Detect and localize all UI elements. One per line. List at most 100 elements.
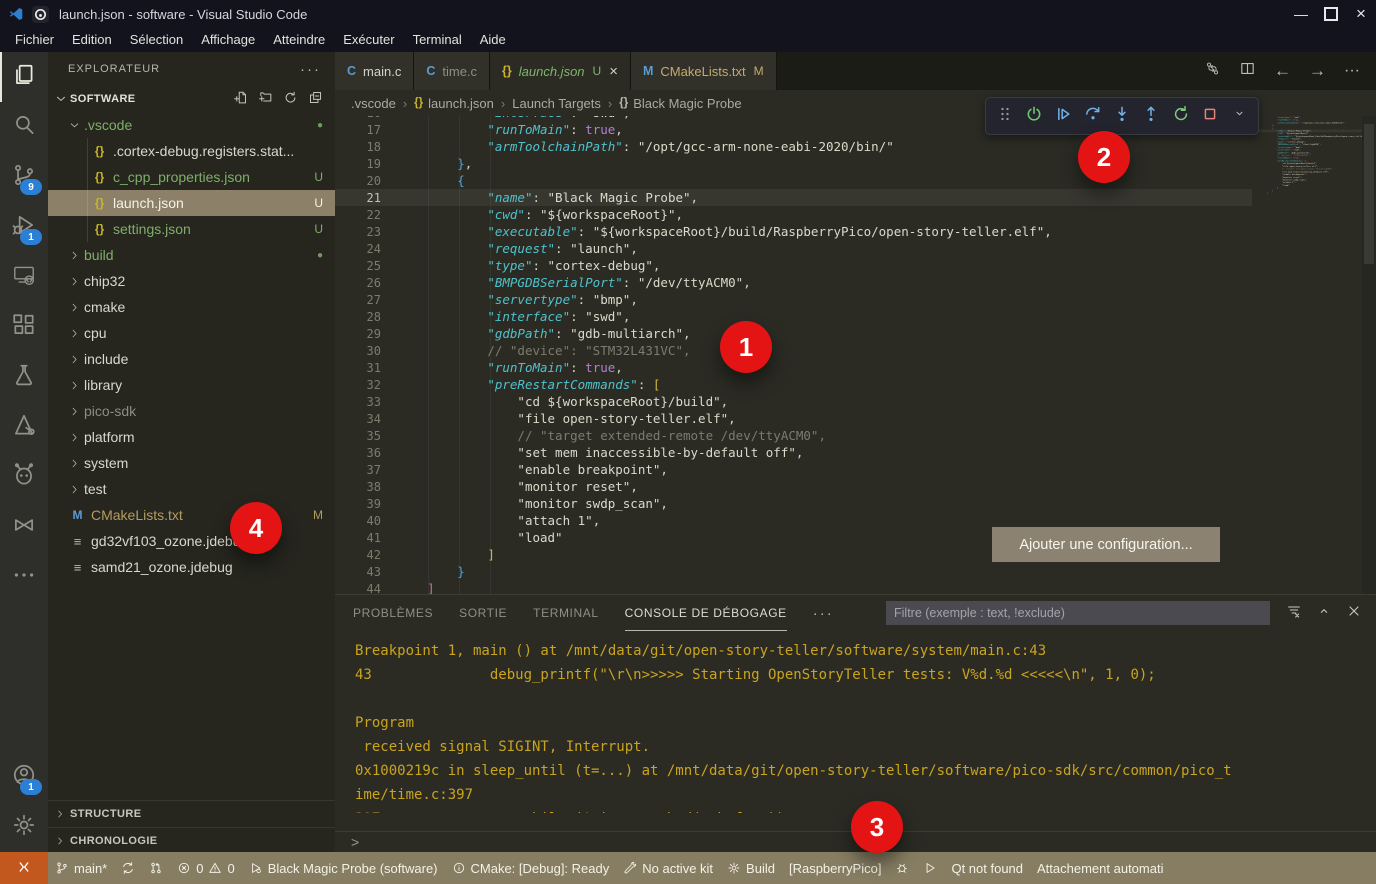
breadcrumb-item[interactable]: {}launch.json xyxy=(414,96,494,111)
activity-accounts[interactable]: 1 xyxy=(0,752,48,802)
add-configuration-button[interactable]: Ajouter une configuration... xyxy=(992,527,1220,562)
activity-run-and-debug[interactable]: 1 xyxy=(0,202,48,252)
menu-item-affichage[interactable]: Affichage xyxy=(192,28,264,52)
code-line-26[interactable]: 26 "BMPGDBSerialPort": "/dev/ttyACM0", xyxy=(335,274,1252,291)
new-folder-icon[interactable] xyxy=(258,90,273,108)
code-line-34[interactable]: 34 "file open-story-teller.elf", xyxy=(335,410,1252,427)
code-line-44[interactable]: 44 ] xyxy=(1252,192,1362,195)
status-qt-status[interactable]: Qt not found xyxy=(944,861,1030,876)
status-git-compare[interactable] xyxy=(142,861,170,875)
status-active-kit[interactable]: No active kit xyxy=(616,861,720,876)
code-line-30[interactable]: 30 // "device": "STM32L431VC", xyxy=(335,342,1252,359)
sidebar-section-chronologie[interactable]: CHRONOLOGIE xyxy=(48,827,335,852)
menu-item-terminal[interactable]: Terminal xyxy=(404,28,471,52)
status-debug-configuration[interactable]: Black Magic Probe (software) xyxy=(242,861,445,876)
tree-item-vscode[interactable]: .vscode● xyxy=(48,112,335,138)
activity-cmake-tools[interactable] xyxy=(0,402,48,452)
tree-item-launch-json[interactable]: {}launch.jsonU xyxy=(48,190,335,216)
step-over-button[interactable] xyxy=(1080,102,1105,130)
code-line-29[interactable]: 29 "gdbPath": "gdb-multiarch", xyxy=(335,325,1252,342)
tab-cmakelists-txt[interactable]: MCMakeLists.txtM xyxy=(631,52,777,90)
code-line-32[interactable]: 32 "preRestartCommands": [ xyxy=(335,376,1252,393)
panel-tab-console-de-d-bogage[interactable]: CONSOLE DE DÉBOGAGE xyxy=(625,595,787,631)
tree-item-test[interactable]: test xyxy=(48,476,335,502)
collapse-folders-icon[interactable] xyxy=(308,90,323,108)
panel-tab-probl-mes[interactable]: PROBLÈMES xyxy=(353,596,433,631)
tree-item-cmake[interactable]: cmake xyxy=(48,294,335,320)
code-line-21[interactable]: 21 "name": "Black Magic Probe", xyxy=(335,189,1252,206)
menu-item-slection[interactable]: Sélection xyxy=(121,28,192,52)
open-changes-icon[interactable] xyxy=(1204,60,1221,82)
drag-handle-button[interactable] xyxy=(992,102,1017,130)
tree-item-build[interactable]: build● xyxy=(48,242,335,268)
tree-item-cpu[interactable]: cpu xyxy=(48,320,335,346)
close-panel-icon[interactable] xyxy=(1346,603,1362,624)
new-file-icon[interactable] xyxy=(233,90,248,108)
sidebar-section-structure[interactable]: STRUCTURE xyxy=(48,800,335,827)
breadcrumb-item[interactable]: Launch Targets xyxy=(512,96,601,111)
maximize-button[interactable] xyxy=(1316,0,1346,28)
more-debug-button[interactable] xyxy=(1227,102,1252,130)
status-git-sync[interactable] xyxy=(114,861,142,875)
activity-vs-extension[interactable] xyxy=(0,502,48,552)
navigate-forward-icon[interactable]: → xyxy=(1309,61,1326,81)
code-line-43[interactable]: 43 } xyxy=(335,563,1252,580)
filter-output-icon[interactable] xyxy=(1286,603,1302,624)
status-build-target[interactable]: [RaspberryPico] xyxy=(782,861,888,876)
panel-tab-sortie[interactable]: SORTIE xyxy=(459,596,507,631)
tree-item-gd32vf103-ozone-jdebug[interactable]: ≡gd32vf103_ozone.jdebug xyxy=(48,528,335,554)
status-launch-target[interactable] xyxy=(916,861,944,875)
continue-button[interactable] xyxy=(1051,102,1076,130)
tree-item-system[interactable]: system xyxy=(48,450,335,476)
more-actions-icon[interactable]: ··· xyxy=(1344,62,1360,80)
code-line-25[interactable]: 25 "type": "cortex-debug", xyxy=(335,257,1252,274)
workspace-section-row[interactable]: SOFTWARE xyxy=(48,86,335,112)
tree-item-settings-json[interactable]: {}settings.jsonU xyxy=(48,216,335,242)
refresh-explorer-icon[interactable] xyxy=(283,90,298,108)
tree-item-samd21-ozone-jdebug[interactable]: ≡samd21_ozone.jdebug xyxy=(48,554,335,580)
activity-source-control[interactable]: 9 xyxy=(0,152,48,202)
code-line-23[interactable]: 23 "executable": "${workspaceRoot}/build… xyxy=(335,223,1252,240)
tree-item-library[interactable]: library xyxy=(48,372,335,398)
tree-item-chip32[interactable]: chip32 xyxy=(48,268,335,294)
code-line-35[interactable]: 35 // "target extended-remote /dev/ttyAC… xyxy=(335,427,1252,444)
activity-explorer[interactable] xyxy=(0,52,48,102)
activity-remote-explorer[interactable] xyxy=(0,252,48,302)
status-remote-indicator[interactable] xyxy=(0,852,48,884)
stop-button[interactable] xyxy=(1197,102,1222,130)
minimap[interactable]: 16 "interface": "swd",17 "runToMain": tr… xyxy=(1252,116,1362,595)
tree-item-platform[interactable]: platform xyxy=(48,424,335,450)
tree-item-cmakelists-txt[interactable]: MCMakeLists.txtM xyxy=(48,502,335,528)
split-editor-icon[interactable] xyxy=(1239,60,1256,82)
activity-settings[interactable] xyxy=(0,802,48,852)
close-button[interactable]: × xyxy=(1346,0,1376,28)
status-problems[interactable]: 00 xyxy=(170,861,241,876)
step-out-button[interactable] xyxy=(1139,102,1164,130)
breadcrumb-item[interactable]: .vscode xyxy=(351,96,396,111)
code-line-22[interactable]: 22 "cwd": "${workspaceRoot}", xyxy=(335,206,1252,223)
tree-item-c-cpp-properties-json[interactable]: {}c_cpp_properties.jsonU xyxy=(48,164,335,190)
tree-item-cortex-debug-registers-stat[interactable]: {}.cortex-debug.registers.stat... xyxy=(48,138,335,164)
activity-testing[interactable] xyxy=(0,352,48,402)
code-line-36[interactable]: 36 "set mem inaccessible-by-default off"… xyxy=(335,444,1252,461)
code-editor[interactable]: 16 "interface": "swd",17 "runToMain": tr… xyxy=(335,116,1376,595)
tree-item-pico-sdk[interactable]: pico-sdk xyxy=(48,398,335,424)
tab-launch-json[interactable]: {}launch.jsonU× xyxy=(490,52,631,90)
code-line-24[interactable]: 24 "request": "launch", xyxy=(335,240,1252,257)
editor-scrollbar[interactable] xyxy=(1362,116,1376,595)
tab-main-c[interactable]: Cmain.c xyxy=(335,52,414,90)
activity-more-views[interactable] xyxy=(0,552,48,602)
code-line-33[interactable]: 33 "cd ${workspaceRoot}/build", xyxy=(335,393,1252,410)
panel-more-icon[interactable]: ··· xyxy=(813,605,834,622)
menu-item-edition[interactable]: Edition xyxy=(63,28,121,52)
scrollbar-thumb[interactable] xyxy=(1364,124,1374,264)
panel-tab-terminal[interactable]: TERMINAL xyxy=(533,596,598,631)
menu-item-excuter[interactable]: Exécuter xyxy=(334,28,403,52)
tree-item-include[interactable]: include xyxy=(48,346,335,372)
menu-item-atteindre[interactable]: Atteindre xyxy=(264,28,334,52)
sidebar-more-icon[interactable]: ··· xyxy=(300,61,321,78)
tab-close-icon[interactable]: × xyxy=(609,63,618,80)
tab-time-c[interactable]: Ctime.c xyxy=(414,52,490,90)
code-line-28[interactable]: 28 "interface": "swd", xyxy=(335,308,1252,325)
power-button[interactable] xyxy=(1021,102,1046,130)
